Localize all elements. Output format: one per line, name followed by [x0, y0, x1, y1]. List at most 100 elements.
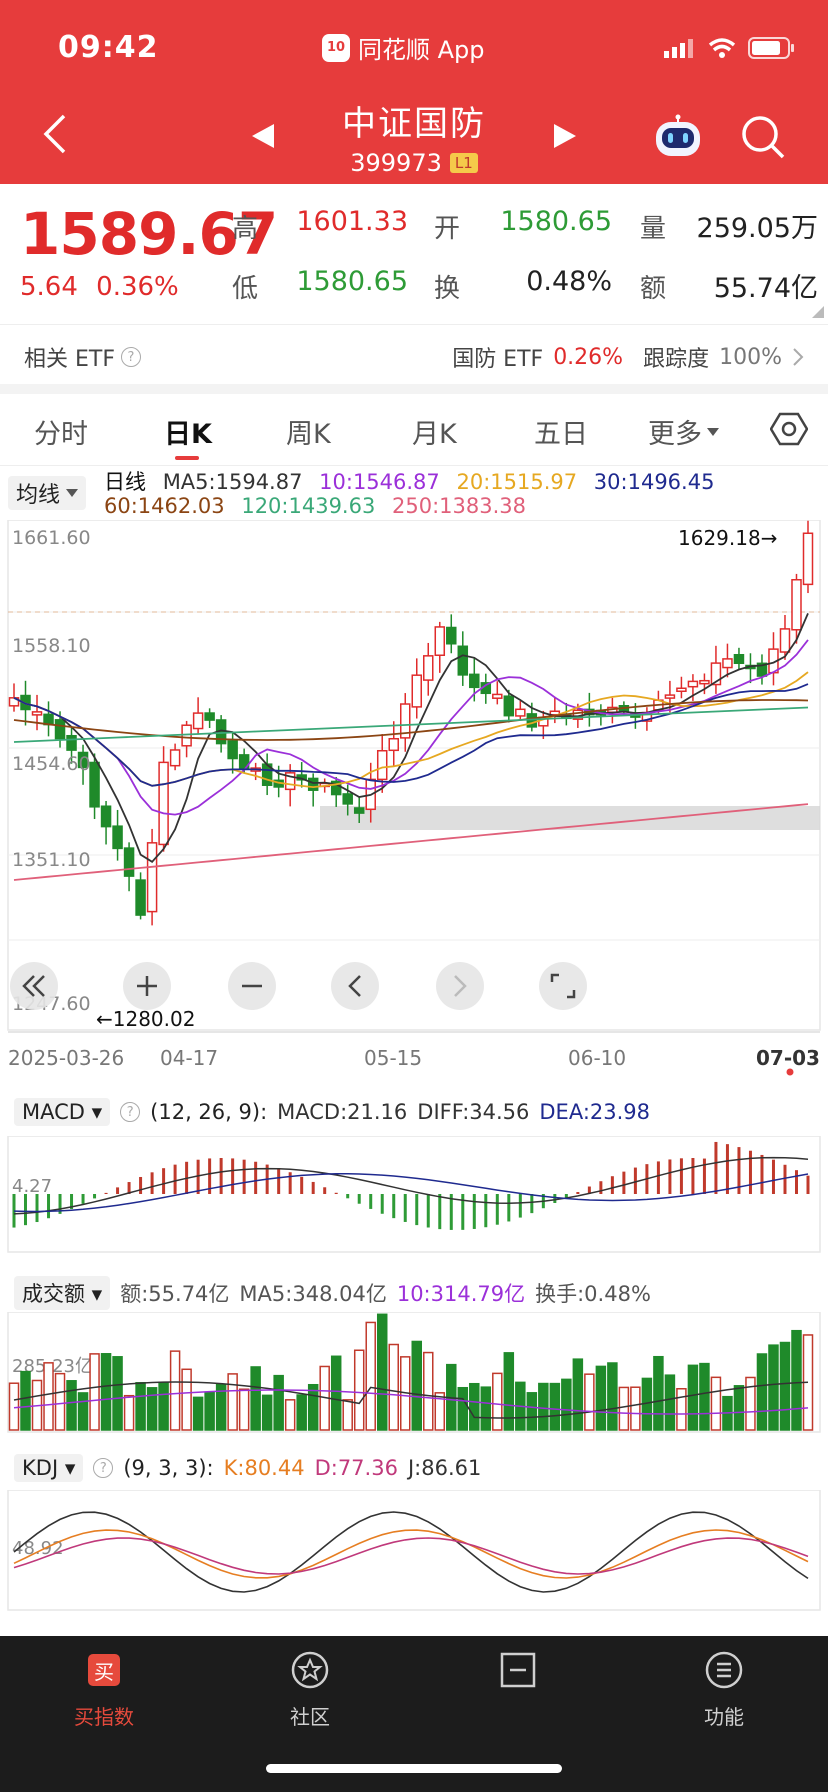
candle-body — [503, 695, 515, 717]
candle-body — [192, 712, 204, 730]
step-left-icon[interactable] — [331, 962, 379, 1010]
kdj-k: K:80.44 — [223, 1456, 305, 1480]
kdj-help-icon[interactable]: ? — [93, 1458, 114, 1478]
tab-daily-k[interactable]: 日K — [164, 412, 212, 451]
amount-bar — [607, 1362, 618, 1431]
candle-body — [733, 653, 745, 665]
ma-title: 日线 — [104, 470, 146, 494]
stock-title: 中证国防 399973 L1 — [300, 96, 528, 177]
chart-settings-icon[interactable] — [770, 410, 808, 448]
nav-buy-index[interactable]: 买 买指数 — [44, 1650, 164, 1730]
candle-body — [722, 658, 733, 669]
kdj-d-line — [13, 1537, 809, 1575]
nav-community-label: 社区 — [290, 1705, 330, 1729]
amount-bar — [538, 1382, 549, 1431]
search-icon[interactable] — [740, 114, 786, 160]
nav-center[interactable] — [458, 1650, 578, 1701]
amount-bar — [699, 1362, 710, 1431]
buy-icon-glyph: 买 — [94, 1660, 114, 1684]
date-label-2: 04-17 — [160, 1046, 218, 1070]
kdj-select-label: KDJ — [22, 1456, 59, 1480]
amount-bar — [181, 1368, 192, 1431]
amount-bar — [595, 1365, 607, 1431]
dea-line — [13, 1173, 809, 1213]
caret-down-icon — [707, 427, 719, 436]
kdj-j: J:86.61 — [407, 1456, 482, 1480]
kdj-chart[interactable]: 48.92 — [0, 1490, 828, 1614]
amount-bar — [43, 1362, 54, 1431]
ma20-line — [13, 671, 809, 789]
amount-ma10: 10:314.79亿 — [396, 1282, 526, 1306]
macd-params: (12, 26, 9): — [150, 1100, 268, 1124]
amount-bar — [112, 1356, 123, 1431]
kdj-header: KDJ ▾ ? (9, 3, 3): K:80.44 D:77.36 J:86.… — [14, 1454, 481, 1482]
kdj-k-line — [13, 1529, 809, 1579]
chart-controls — [10, 962, 587, 1010]
ma30-line — [13, 683, 809, 787]
amount-bar — [469, 1382, 480, 1431]
nav-community[interactable]: 社区 — [250, 1650, 370, 1730]
related-etf-row[interactable]: 相关 ETF ? 国防 ETF 0.26% 跟踪度 100% — [0, 324, 828, 384]
macd-help-icon[interactable]: ? — [120, 1102, 141, 1122]
amount-bar — [123, 1394, 135, 1431]
robot-assistant-icon[interactable] — [652, 114, 704, 158]
signal-icon — [664, 39, 693, 58]
stock-code: 399973 — [350, 149, 442, 177]
candle-body — [411, 674, 423, 708]
menu-icon — [705, 1651, 743, 1689]
ma-legend-line2: 60:1462.03 120:1439.63 250:1383.38 — [104, 494, 536, 518]
kline-chart[interactable]: 1661.60 1558.10 1454.60 1351.10 1247.60 … — [0, 520, 828, 1080]
tab-more[interactable]: 更多 — [648, 412, 720, 451]
bottom-nav: 买 买指数 社区 功能 — [0, 1636, 828, 1792]
tab-five-day[interactable]: 五日 — [534, 412, 588, 451]
expand-corner-icon[interactable] — [812, 306, 824, 318]
amount-bar — [457, 1386, 469, 1431]
related-etf-label: 相关 ETF — [24, 347, 115, 372]
back-icon[interactable] — [40, 112, 70, 156]
step-right-icon[interactable] — [436, 962, 484, 1010]
prev-stock-icon[interactable] — [250, 122, 276, 150]
candle-body — [342, 793, 353, 805]
diff-value: DIFF:34.56 — [417, 1100, 530, 1124]
nav-functions-label: 功能 — [704, 1705, 744, 1729]
candle-body — [31, 711, 43, 716]
app-logo-icon: 10 — [322, 33, 350, 62]
amount-bar — [8, 1382, 20, 1431]
macd-selector[interactable]: MACD ▾ — [14, 1098, 111, 1126]
amount-bar — [204, 1391, 215, 1431]
help-icon[interactable]: ? — [121, 347, 141, 367]
tab-fenshi[interactable]: 分时 — [34, 412, 88, 451]
candle-body — [135, 879, 146, 916]
amount-bar — [227, 1373, 238, 1431]
candle-body — [204, 712, 215, 721]
tab-monthly-k[interactable]: 月K — [412, 412, 457, 451]
status-icons — [664, 36, 796, 60]
next-stock-icon[interactable] — [552, 122, 578, 150]
amount-select-label: 成交额 — [22, 1282, 85, 1306]
kdj-selector[interactable]: KDJ ▾ — [14, 1454, 84, 1482]
level-badge: L1 — [449, 153, 478, 173]
candle-body — [376, 749, 388, 781]
amount-bar — [480, 1386, 492, 1431]
nav-functions[interactable]: 功能 — [664, 1650, 784, 1730]
double-left-icon[interactable] — [10, 962, 58, 1010]
macd-y-label: 4.27 — [12, 1176, 52, 1197]
amount-bar — [388, 1343, 399, 1431]
period-tabs: 分时 日K 周K 月K 五日 更多 — [0, 394, 828, 466]
zoom-in-icon[interactable] — [123, 962, 171, 1010]
y-label-2: 1558.10 — [12, 635, 91, 657]
tab-weekly-k[interactable]: 周K — [286, 412, 331, 451]
ma-selector[interactable]: 均线 — [8, 476, 87, 510]
macd-value: MACD:21.16 — [277, 1100, 408, 1124]
amount-bar — [250, 1366, 261, 1431]
amount-selector[interactable]: 成交额 ▾ — [14, 1276, 111, 1310]
tracking-value: 100% — [719, 344, 782, 370]
macd-chart[interactable]: 4.27 — [0, 1136, 828, 1256]
low-value: 1580.65 — [296, 266, 408, 297]
amount-chart[interactable]: 285.23亿 — [0, 1312, 828, 1436]
zoom-out-icon[interactable] — [228, 962, 276, 1010]
fullscreen-icon[interactable] — [539, 962, 587, 1010]
amount-bar — [89, 1353, 100, 1431]
section-divider — [0, 384, 828, 394]
ma20-value: 20:1515.97 — [456, 470, 578, 494]
